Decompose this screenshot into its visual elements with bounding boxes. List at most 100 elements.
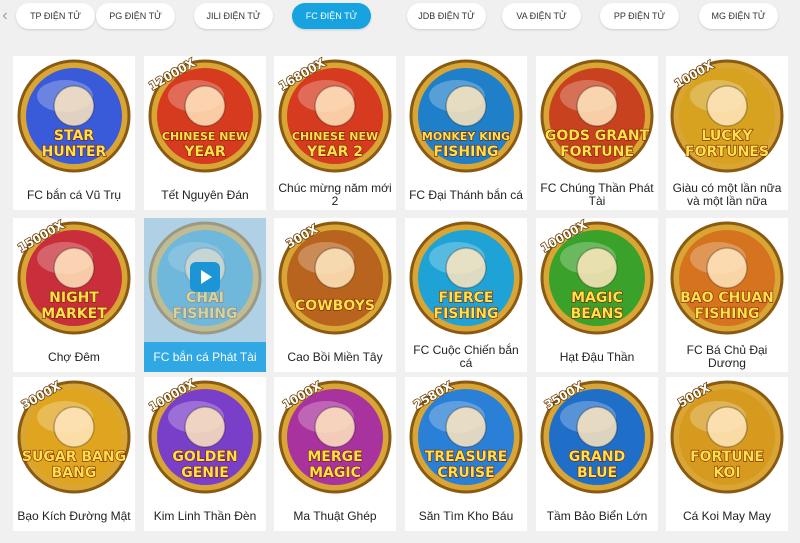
game-logo-art: MAGICBEANS10000X bbox=[538, 218, 654, 335]
game-title[interactable]: Giàu có một lần nữa và một lần nữa bbox=[666, 180, 788, 210]
tab-jdb[interactable]: JDB ĐIỆN TỬ bbox=[407, 3, 486, 29]
game-logo-text: FISHING bbox=[434, 144, 499, 160]
character-icon bbox=[445, 247, 487, 289]
game-logo-text: FORTUNE bbox=[560, 144, 634, 160]
game-title[interactable]: FC Cuộc Chiến bắn cá bbox=[405, 342, 527, 372]
game-card[interactable]: BAO CHUAN FISHING FC Bá Chủ Đại Dương bbox=[666, 218, 788, 372]
character-icon bbox=[576, 247, 618, 289]
game-thumbnail[interactable]: GOLDEN GENIE 10000X bbox=[144, 377, 266, 501]
game-logo-text: FISHING bbox=[434, 306, 499, 322]
tab-tp[interactable]: TP ĐIỆN TỬ bbox=[16, 3, 95, 29]
game-thumbnail[interactable]: TREASURE CRUISE 2580X bbox=[405, 377, 527, 501]
game-logo-text: SUGAR BANG bbox=[22, 449, 126, 465]
game-thumbnail[interactable]: NIGHT MARKET 15000X bbox=[13, 218, 135, 342]
game-card[interactable]: MONKEY KING FISHING FC Đại Thánh bắn cá bbox=[405, 56, 527, 210]
character-icon bbox=[53, 247, 95, 289]
character-icon bbox=[184, 406, 226, 448]
game-thumbnail[interactable]: GODS GRANT FORTUNE bbox=[536, 56, 658, 180]
game-logo-text: BANG bbox=[52, 465, 97, 481]
game-thumbnail[interactable]: FORTUNE KOI 500X bbox=[666, 377, 788, 501]
game-thumbnail[interactable]: CHAIFISHING bbox=[144, 218, 266, 342]
game-title[interactable]: FC Bá Chủ Đại Dương bbox=[666, 342, 788, 372]
game-title[interactable]: Chúc mừng năm mới 2 bbox=[274, 180, 396, 210]
game-thumbnail[interactable]: STAR HUNTER bbox=[13, 56, 135, 180]
game-logo-text: CHINESE NEW bbox=[292, 130, 378, 143]
game-title[interactable]: Cá Koi May May bbox=[666, 501, 788, 531]
game-logo-text: GODS GRANT bbox=[545, 128, 650, 144]
character-icon bbox=[314, 247, 356, 289]
game-logo-art: CHINESE NEWYEAR12000X bbox=[146, 56, 262, 173]
game-thumbnail[interactable]: MERGE MAGIC 1000X bbox=[274, 377, 396, 501]
game-logo-art: CHINESE NEWYEAR 216800X bbox=[276, 56, 392, 173]
game-logo-text: KOI bbox=[713, 465, 740, 481]
game-card[interactable]: COWBOYS 300X Cao Bồi Miền Tây bbox=[274, 218, 396, 372]
play-icon[interactable] bbox=[190, 262, 220, 292]
game-logo-art: GRANDBLUE3500X bbox=[540, 378, 654, 494]
game-title[interactable]: Chợ Đêm bbox=[13, 342, 135, 372]
game-thumbnail[interactable]: COWBOYS 300X bbox=[274, 218, 396, 342]
character-icon bbox=[576, 406, 618, 448]
game-thumbnail[interactable]: LUCKY FORTUNES 1000X bbox=[666, 56, 788, 180]
game-card[interactable]: GOLDEN GENIE 10000X Kim Linh Thần Đèn bbox=[144, 377, 266, 531]
game-thumbnail[interactable]: BAO CHUAN FISHING bbox=[666, 218, 788, 342]
game-title[interactable]: FC Đại Thánh bắn cá bbox=[405, 180, 527, 210]
tab-pg[interactable]: PG ĐIỆN TỬ bbox=[96, 3, 175, 29]
game-thumbnail[interactable]: CHINESE NEW YEAR 12000X bbox=[144, 56, 266, 180]
game-logo-text: NIGHT bbox=[49, 290, 99, 306]
game-card[interactable]: GRAND BLUE 3500X Tầm Bảo Biển Lớn bbox=[536, 377, 658, 531]
game-card[interactable]: MAGIC BEANS 10000X Hạt Đậu Thần bbox=[536, 218, 658, 372]
game-thumbnail[interactable]: GRAND BLUE 3500X bbox=[536, 377, 658, 501]
game-logo-art: BAO CHUANFISHING bbox=[670, 221, 784, 335]
game-logo-text: YEAR 2 bbox=[306, 144, 363, 160]
game-title[interactable]: Săn Tìm Kho Báu bbox=[405, 501, 527, 531]
game-card[interactable]: FIERCE FISHING FC Cuộc Chiến bắn cá bbox=[405, 218, 527, 372]
game-card[interactable]: STAR HUNTER FC bắn cá Vũ Trụ bbox=[13, 56, 135, 210]
game-title[interactable]: Bạo Kích Đường Mật bbox=[13, 501, 135, 531]
hover-overlay bbox=[144, 218, 266, 342]
game-card[interactable]: MERGE MAGIC 1000X Ma Thuật Ghép bbox=[274, 377, 396, 531]
game-logo-art: GOLDENGENIE10000X bbox=[146, 377, 262, 494]
game-card[interactable]: LUCKY FORTUNES 1000X Giàu có một lần nữa và… bbox=[666, 56, 788, 210]
game-logo-art: GODS GRANTFORTUNE bbox=[540, 59, 654, 173]
game-title[interactable]: Tầm Bảo Biển Lớn bbox=[536, 501, 658, 531]
game-thumbnail[interactable]: MAGIC BEANS 10000X bbox=[536, 218, 658, 342]
game-title[interactable]: FC Chúng Thần Phát Tài bbox=[536, 180, 658, 210]
game-title[interactable]: FC bắn cá Phát Tài bbox=[144, 342, 266, 372]
character-icon bbox=[53, 406, 95, 448]
game-logo-art: TREASURECRUISE2580X bbox=[409, 378, 523, 494]
game-logo-text: MONKEY KING bbox=[422, 130, 510, 143]
game-card[interactable]: GODS GRANT FORTUNE FC Chúng Thần Phát Tài bbox=[536, 56, 658, 210]
game-thumbnail[interactable]: FIERCE FISHING bbox=[405, 218, 527, 342]
game-card[interactable]: CHINESE NEW YEAR 12000X Tết Nguyên Đán bbox=[144, 56, 266, 210]
game-title[interactable]: Ma Thuật Ghép bbox=[274, 501, 396, 531]
game-title[interactable]: Hạt Đậu Thần bbox=[536, 342, 658, 372]
game-title[interactable]: FC bắn cá Vũ Trụ bbox=[13, 180, 135, 210]
tab-pp[interactable]: PP ĐIỆN TỬ bbox=[600, 3, 679, 29]
game-title[interactable]: Tết Nguyên Đán bbox=[144, 180, 266, 210]
game-logo-text: FISHING bbox=[695, 306, 760, 322]
game-logo-text: GRAND bbox=[569, 449, 625, 465]
tab-fc[interactable]: FC ĐIỆN TỬ bbox=[292, 3, 371, 29]
tab-mg[interactable]: MG ĐIỆN TỬ bbox=[699, 3, 778, 29]
game-card[interactable]: CHAIFISHINGFC bắn cá Phát Tài bbox=[144, 218, 266, 372]
scroll-left-icon[interactable]: ‹ bbox=[0, 6, 10, 26]
game-thumbnail[interactable]: SUGAR BANG BANG 3000X bbox=[13, 377, 135, 501]
character-icon bbox=[314, 85, 356, 127]
game-logo-art: COWBOYS300X bbox=[278, 221, 392, 335]
game-logo-text: MERGE bbox=[307, 449, 362, 465]
game-card[interactable]: FORTUNE KOI 500X Cá Koi May May bbox=[666, 377, 788, 531]
provider-tab-bar: ‹ TP ĐIỆN TỬ PG ĐIỆN TỬ JILI ĐIỆN TỬ FC ĐIỆ… bbox=[0, 0, 800, 34]
tab-jili[interactable]: JILI ĐIỆN TỬ bbox=[194, 3, 273, 29]
game-title[interactable]: Cao Bồi Miền Tây bbox=[274, 342, 396, 372]
game-logo-text: MARKET bbox=[41, 306, 107, 322]
game-card[interactable]: CHINESE NEW YEAR 2 16800X Chúc mừng năm mới… bbox=[274, 56, 396, 210]
game-card[interactable]: NIGHT MARKET 15000X Chợ Đêm bbox=[13, 218, 135, 372]
tab-va[interactable]: VA ĐIỆN TỬ bbox=[502, 3, 581, 29]
character-icon bbox=[445, 85, 487, 127]
character-icon bbox=[706, 406, 748, 448]
game-thumbnail[interactable]: CHINESE NEW YEAR 2 16800X bbox=[274, 56, 396, 180]
game-thumbnail[interactable]: MONKEY KING FISHING bbox=[405, 56, 527, 180]
game-card[interactable]: SUGAR BANG BANG 3000X Bạo Kích Đường Mật bbox=[13, 377, 135, 531]
game-title[interactable]: Kim Linh Thần Đèn bbox=[144, 501, 266, 531]
game-card[interactable]: TREASURE CRUISE 2580X Săn Tìm Kho Báu bbox=[405, 377, 527, 531]
